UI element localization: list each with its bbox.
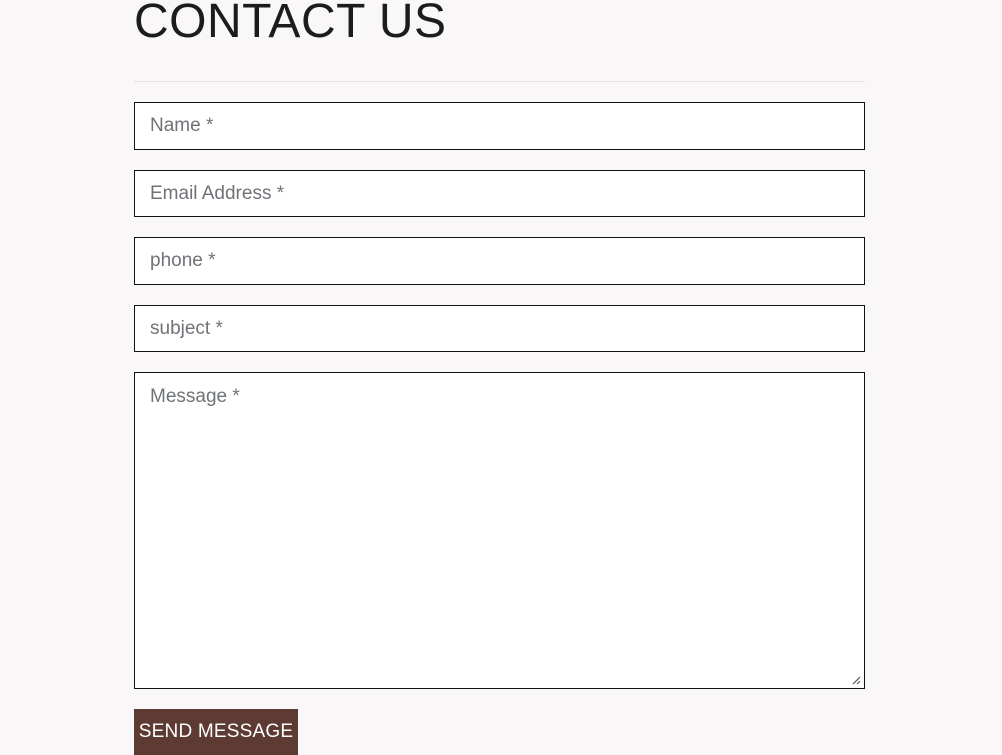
message-field[interactable] bbox=[134, 372, 865, 689]
email-field[interactable] bbox=[134, 170, 865, 217]
send-message-button[interactable]: SEND MESSAGE bbox=[134, 709, 298, 755]
resize-grip-icon[interactable] bbox=[851, 675, 861, 685]
divider bbox=[134, 81, 865, 82]
phone-field[interactable] bbox=[134, 237, 865, 285]
subject-field[interactable] bbox=[134, 305, 865, 352]
name-field[interactable] bbox=[134, 102, 865, 150]
page-title: CONTACT US bbox=[134, 0, 447, 48]
